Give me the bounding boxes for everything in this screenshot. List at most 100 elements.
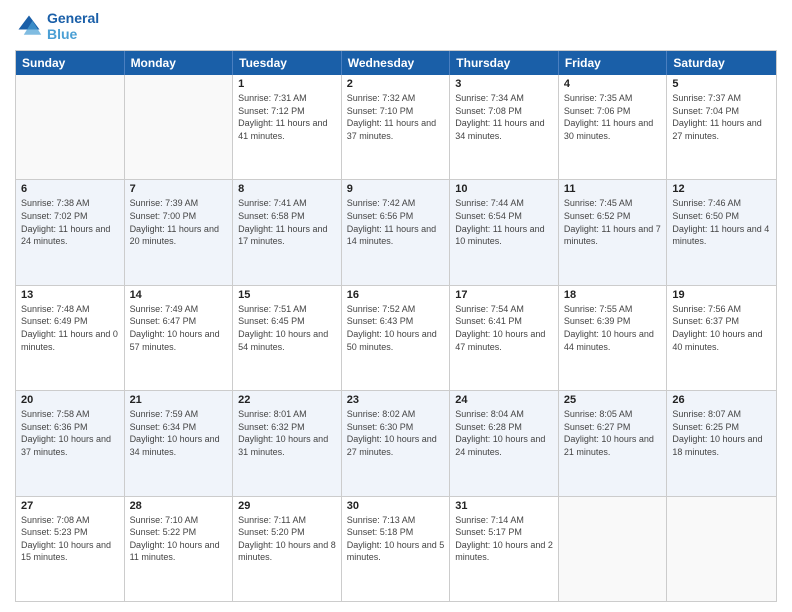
calendar-cell: 22Sunrise: 8:01 AM Sunset: 6:32 PM Dayli… xyxy=(233,391,342,495)
day-number: 16 xyxy=(347,289,445,301)
calendar-cell: 12 Sunrise: 7:46 AM Sunset: 6:50 PM Dayli… xyxy=(667,180,776,284)
day-number: 29 xyxy=(238,500,336,512)
day-info: Sunrise: 8:07 AM Sunset: 6:25 PM Dayligh… xyxy=(672,408,771,458)
day-info: Sunrise: 7:08 AM Sunset: 5:23 PM Dayligh… xyxy=(21,514,119,564)
day-number: 11 xyxy=(564,183,662,195)
weekday-header: Tuesday xyxy=(233,51,342,75)
calendar-cell: 16 Sunrise: 7:52 AM Sunset: 6:43 PM Dayli… xyxy=(342,286,451,390)
day-number: 8 xyxy=(238,183,336,195)
weekday-header: Monday xyxy=(125,51,234,75)
day-number: 13 xyxy=(21,289,119,301)
day-info: Sunrise: 7:46 AM Sunset: 6:50 PM Dayligh… xyxy=(672,197,771,247)
calendar-cell: 3Sunrise: 7:34 AM Sunset: 7:08 PM Daylig… xyxy=(450,75,559,179)
day-number: 15 xyxy=(238,289,336,301)
day-number: 26 xyxy=(672,394,771,406)
day-number: 5 xyxy=(672,78,771,90)
day-number: 25 xyxy=(564,394,662,406)
calendar-cell: 25 Sunrise: 8:05 AM Sunset: 6:27 PM Dayli… xyxy=(559,391,668,495)
day-info: Sunrise: 7:32 AM Sunset: 7:10 PM Dayligh… xyxy=(347,92,445,142)
calendar-row: 6 Sunrise: 7:38 AM Sunset: 7:02 PM Daylig… xyxy=(16,179,776,284)
calendar-cell: 27 Sunrise: 7:08 AM Sunset: 5:23 PM Dayli… xyxy=(16,497,125,601)
calendar-body: 1 Sunrise: 7:31 AM Sunset: 7:12 PM Daylig… xyxy=(16,75,776,601)
day-info: Sunrise: 7:38 AM Sunset: 7:02 PM Dayligh… xyxy=(21,197,119,247)
calendar-cell: 10 Sunrise: 7:44 AM Sunset: 6:54 PM Dayli… xyxy=(450,180,559,284)
calendar-row: 13 Sunrise: 7:48 AM Sunset: 6:49 PM Dayli… xyxy=(16,285,776,390)
calendar-cell: 11 Sunrise: 7:45 AM Sunset: 6:52 PM Dayli… xyxy=(559,180,668,284)
calendar: SundayMondayTuesdayWednesdayThursdayFrid… xyxy=(15,50,777,602)
day-number: 3 xyxy=(455,78,553,90)
calendar-header: SundayMondayTuesdayWednesdayThursdayFrid… xyxy=(16,51,776,75)
day-number: 19 xyxy=(672,289,771,301)
calendar-cell: 2 Sunrise: 7:32 AM Sunset: 7:10 PM Daylig… xyxy=(342,75,451,179)
day-number: 2 xyxy=(347,78,445,90)
day-info: Sunrise: 7:44 AM Sunset: 6:54 PM Dayligh… xyxy=(455,197,553,247)
logo: General Blue xyxy=(15,10,99,42)
calendar-cell: 5 Sunrise: 7:37 AM Sunset: 7:04 PM Daylig… xyxy=(667,75,776,179)
day-info: Sunrise: 7:14 AM Sunset: 5:17 PM Dayligh… xyxy=(455,514,553,564)
day-number: 23 xyxy=(347,394,445,406)
day-info: Sunrise: 7:13 AM Sunset: 5:18 PM Dayligh… xyxy=(347,514,445,564)
calendar-cell: 17 Sunrise: 7:54 AM Sunset: 6:41 PM Dayli… xyxy=(450,286,559,390)
calendar-row: 1 Sunrise: 7:31 AM Sunset: 7:12 PM Daylig… xyxy=(16,75,776,179)
day-number: 27 xyxy=(21,500,119,512)
day-number: 17 xyxy=(455,289,553,301)
calendar-cell: 23 Sunrise: 8:02 AM Sunset: 6:30 PM Dayli… xyxy=(342,391,451,495)
day-info: Sunrise: 8:02 AM Sunset: 6:30 PM Dayligh… xyxy=(347,408,445,458)
day-number: 22 xyxy=(238,394,336,406)
day-info: Sunrise: 7:45 AM Sunset: 6:52 PM Dayligh… xyxy=(564,197,662,247)
calendar-row: 20Sunrise: 7:58 AM Sunset: 6:36 PM Dayli… xyxy=(16,390,776,495)
weekday-header: Saturday xyxy=(667,51,776,75)
day-number: 24 xyxy=(455,394,553,406)
day-info: Sunrise: 8:05 AM Sunset: 6:27 PM Dayligh… xyxy=(564,408,662,458)
calendar-cell xyxy=(667,497,776,601)
day-info: Sunrise: 7:10 AM Sunset: 5:22 PM Dayligh… xyxy=(130,514,228,564)
logo-icon xyxy=(15,12,43,40)
calendar-row: 27 Sunrise: 7:08 AM Sunset: 5:23 PM Dayli… xyxy=(16,496,776,601)
day-info: Sunrise: 7:59 AM Sunset: 6:34 PM Dayligh… xyxy=(130,408,228,458)
weekday-header: Wednesday xyxy=(342,51,451,75)
day-number: 30 xyxy=(347,500,445,512)
day-info: Sunrise: 8:04 AM Sunset: 6:28 PM Dayligh… xyxy=(455,408,553,458)
weekday-header: Sunday xyxy=(16,51,125,75)
calendar-cell: 20Sunrise: 7:58 AM Sunset: 6:36 PM Dayli… xyxy=(16,391,125,495)
day-info: Sunrise: 7:31 AM Sunset: 7:12 PM Dayligh… xyxy=(238,92,336,142)
day-info: Sunrise: 7:37 AM Sunset: 7:04 PM Dayligh… xyxy=(672,92,771,142)
day-info: Sunrise: 7:49 AM Sunset: 6:47 PM Dayligh… xyxy=(130,303,228,353)
calendar-cell: 4 Sunrise: 7:35 AM Sunset: 7:06 PM Daylig… xyxy=(559,75,668,179)
logo-text: General Blue xyxy=(47,10,99,42)
day-number: 7 xyxy=(130,183,228,195)
day-number: 4 xyxy=(564,78,662,90)
calendar-cell: 24 Sunrise: 8:04 AM Sunset: 6:28 PM Dayli… xyxy=(450,391,559,495)
day-info: Sunrise: 7:58 AM Sunset: 6:36 PM Dayligh… xyxy=(21,408,119,458)
day-info: Sunrise: 7:56 AM Sunset: 6:37 PM Dayligh… xyxy=(672,303,771,353)
calendar-cell xyxy=(16,75,125,179)
day-info: Sunrise: 7:52 AM Sunset: 6:43 PM Dayligh… xyxy=(347,303,445,353)
calendar-cell: 1 Sunrise: 7:31 AM Sunset: 7:12 PM Daylig… xyxy=(233,75,342,179)
calendar-cell: 15 Sunrise: 7:51 AM Sunset: 6:45 PM Dayli… xyxy=(233,286,342,390)
day-info: Sunrise: 7:55 AM Sunset: 6:39 PM Dayligh… xyxy=(564,303,662,353)
day-info: Sunrise: 7:48 AM Sunset: 6:49 PM Dayligh… xyxy=(21,303,119,353)
calendar-cell: 13 Sunrise: 7:48 AM Sunset: 6:49 PM Dayli… xyxy=(16,286,125,390)
day-number: 18 xyxy=(564,289,662,301)
day-number: 14 xyxy=(130,289,228,301)
day-number: 10 xyxy=(455,183,553,195)
weekday-header: Friday xyxy=(559,51,668,75)
day-number: 6 xyxy=(21,183,119,195)
day-info: Sunrise: 7:41 AM Sunset: 6:58 PM Dayligh… xyxy=(238,197,336,247)
page: General Blue SundayMondayTuesdayWednesda… xyxy=(0,0,792,612)
day-info: Sunrise: 7:35 AM Sunset: 7:06 PM Dayligh… xyxy=(564,92,662,142)
day-number: 1 xyxy=(238,78,336,90)
calendar-cell: 26 Sunrise: 8:07 AM Sunset: 6:25 PM Dayli… xyxy=(667,391,776,495)
calendar-cell: 9Sunrise: 7:42 AM Sunset: 6:56 PM Daylig… xyxy=(342,180,451,284)
calendar-cell: 30 Sunrise: 7:13 AM Sunset: 5:18 PM Dayli… xyxy=(342,497,451,601)
day-info: Sunrise: 7:51 AM Sunset: 6:45 PM Dayligh… xyxy=(238,303,336,353)
day-info: Sunrise: 7:54 AM Sunset: 6:41 PM Dayligh… xyxy=(455,303,553,353)
calendar-cell: 28Sunrise: 7:10 AM Sunset: 5:22 PM Dayli… xyxy=(125,497,234,601)
calendar-cell: 6 Sunrise: 7:38 AM Sunset: 7:02 PM Daylig… xyxy=(16,180,125,284)
day-info: Sunrise: 7:39 AM Sunset: 7:00 PM Dayligh… xyxy=(130,197,228,247)
day-number: 9 xyxy=(347,183,445,195)
day-number: 12 xyxy=(672,183,771,195)
calendar-cell: 8 Sunrise: 7:41 AM Sunset: 6:58 PM Daylig… xyxy=(233,180,342,284)
header: General Blue xyxy=(15,10,777,42)
calendar-cell: 31Sunrise: 7:14 AM Sunset: 5:17 PM Dayli… xyxy=(450,497,559,601)
